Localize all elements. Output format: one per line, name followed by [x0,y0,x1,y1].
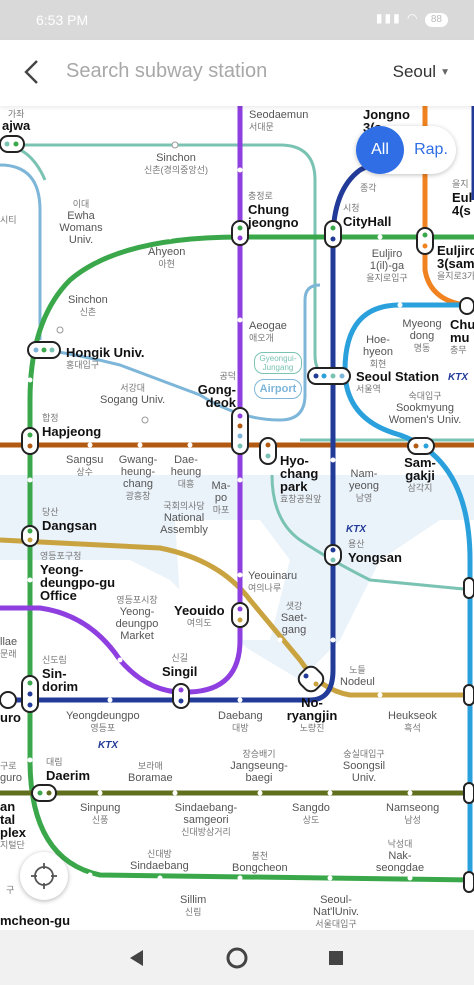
station-guro[interactable]: uro [0,711,21,724]
station-soongsil[interactable]: 숭실대입구 Soongsil Univ. [338,748,390,784]
status-icons: ▮▮▮ ◠ 88 [376,11,448,27]
station-euljiro1[interactable]: Euljiro 1(il)-ga 을지로입구 [362,248,412,284]
station-chungmuro[interactable]: Chu mu 충무 [450,318,474,357]
station-heukseok[interactable]: Heukseok 흑석 [388,710,437,734]
station-ahyeon[interactable]: Ahyeon 아현 [148,246,185,270]
search-input[interactable]: Search subway station [66,60,267,83]
station-guro-digital[interactable]: 구로 guro [0,760,22,784]
station-sinchon-gyeongui[interactable]: Sinchon 신촌(경의중앙선) [144,152,208,176]
station-namyeong[interactable]: Nam- yeong 남영 [344,468,384,504]
nav-back-button[interactable] [123,944,151,972]
nav-recents-button[interactable] [322,944,350,972]
station-hapjeong[interactable]: 합정 Hapjeong [42,412,101,438]
station-saetgang[interactable]: 샛강 Saet- gang [276,600,312,636]
gyeongui-jungang-badge: Gyeongui- Jungang [254,352,302,374]
status-bar: 6:53 PM ▮▮▮ ◠ 88 [0,0,474,40]
station-daebang[interactable]: Daebang 대방 [218,710,263,734]
station-chungjeongno[interactable]: 충정로 Chung jeongno [248,190,304,229]
crosshair-icon [31,863,57,889]
station-sangdo[interactable]: Sangdo 상도 [292,802,330,826]
station-namseong[interactable]: Namseong 남성 [386,802,439,826]
station-hoehyeon[interactable]: Hoe- hyeon 회현 [360,334,396,370]
back-arrow-icon [24,60,38,84]
station-boramae[interactable]: 보라매 Boramae [128,760,173,784]
station-sogang[interactable]: 서강대 Sogang Univ. [100,382,165,406]
station-cityhall[interactable]: 시청 CityHall [343,202,391,228]
station-seoul-natl-univ[interactable]: Seoul- Nat'lUniv. 서울대입구 [306,894,366,930]
station-geumcheon-left[interactable]: 구 [6,884,14,896]
station-hongik[interactable]: Hongik Univ. 홍대입구 [66,346,144,372]
subway-map[interactable]: 가좌 ajwa Seodaemun 서대문 Jongno 3(s Sinchon… [0,106,474,930]
station-sindaebang-samgeori[interactable]: Sindaebang- samgeori 신대방삼거리 [170,802,242,838]
station-sinpung[interactable]: Sinpung 신풍 [80,802,120,826]
station-yeouinaru[interactable]: Yeouinaru 여의나루 [248,570,297,594]
region-label: Seoul [392,62,437,81]
station-sinchon[interactable]: Sinchon 신촌 [68,294,108,318]
station-national-assembly[interactable]: 국회의사당 National Assembly [156,500,212,536]
station-daerim[interactable]: 대림 Daerim [46,756,90,782]
station-sillim[interactable]: Sillim 신림 [180,894,206,918]
back-button[interactable] [18,56,46,88]
station-geumcheon-gu[interactable]: mcheon-gu [0,914,70,927]
search-bar: Search subway station Seoul ▼ [0,40,474,106]
station-digital-complex[interactable]: an tal plex 지털단 [0,800,28,852]
station-ewha[interactable]: 이대 Ewha Womans Univ. [56,198,106,246]
station-aeogae[interactable]: Aeogae 애오개 [249,320,287,344]
region-selector[interactable]: Seoul ▼ [393,62,450,82]
filter-all-button[interactable]: All [356,126,404,174]
station-gongdeok[interactable]: 공덕 Gong- deok [192,370,236,409]
station-nodeul[interactable]: 노들 Nodeul [340,664,375,688]
square-recents-icon [329,951,343,965]
station-euljiro4[interactable]: 을지 Eul 4(s [452,178,474,217]
locate-me-button[interactable] [20,852,68,900]
station-sangsu[interactable]: Sangsu 상수 [66,454,103,478]
station-sookmyung[interactable]: 숙대입구 Sookmyung Women's Univ. [380,390,470,426]
station-seodaemun[interactable]: Seodaemun 서대문 [249,109,308,133]
station-yeouido[interactable]: Yeouido 여의도 [174,604,225,630]
ktx-badge-seoul: KTX [448,372,468,383]
battery-icon: 88 [424,13,448,27]
station-hyochang-park[interactable]: Hyo- chang park 효창공원앞 [280,454,328,506]
circle-home-icon [226,947,248,969]
system-nav-bar [0,930,474,985]
station-nakseongdae[interactable]: 낙성대 Nak- seongdae [374,838,426,874]
station-yongsan[interactable]: 용산 Yongsan [348,538,402,564]
station-gajwa[interactable]: 가좌 ajwa [2,108,30,133]
station-sindaebang[interactable]: 신대방 Sindaebang [130,848,189,872]
station-city-left[interactable]: 시티 [0,214,17,226]
airport-badge: Airport [254,379,302,399]
station-daeheung[interactable]: Dae- heung 대흥 [168,454,204,490]
station-gwangheungchang[interactable]: Gwang- heung- chang 광흥창 [116,454,160,502]
status-time: 6:53 PM [36,12,89,28]
ktx-badge-yongsan: KTX [346,524,366,535]
station-samgakji[interactable]: Sam- gakji 삼각지 [400,456,440,495]
station-jonggak[interactable]: 종각 [360,182,377,194]
station-jangseungbaegi[interactable]: 장승배기 Jangseung- baegi [226,748,292,784]
chevron-down-icon: ▼ [440,67,450,78]
station-singil[interactable]: 신길 Singil [162,652,197,678]
station-euljiro3[interactable]: Euljiro 3(sam 을지로3가 [437,244,474,283]
line-filter-toggle: All Rap. [356,126,456,174]
station-mullae[interactable]: llae 문래 [0,636,17,660]
wifi-icon: ◠ [407,11,420,25]
filter-rapid-button[interactable]: Rap. [410,126,452,174]
nav-home-button[interactable] [223,944,251,972]
station-dangsan[interactable]: 당산 Dangsan [42,506,97,532]
signal-icon: ▮▮▮ [375,11,402,25]
ktx-badge-yeongdeungpo: KTX [98,740,118,751]
station-myeongdong[interactable]: Myeong dong 명동 [400,318,444,354]
station-noryangjin[interactable]: No- ryangjin 노량진 [284,696,340,735]
station-yeongdeungpo-market[interactable]: 영등포시장 Yeong- deungpo Market [112,594,162,642]
station-bongcheon[interactable]: 봉천 Bongcheon [232,850,288,874]
station-sindorim[interactable]: 신도림 Sin- dorim [42,654,82,693]
station-yeongdeungpo[interactable]: Yeongdeungpo 영등포 [66,710,140,734]
triangle-back-icon [130,950,143,966]
